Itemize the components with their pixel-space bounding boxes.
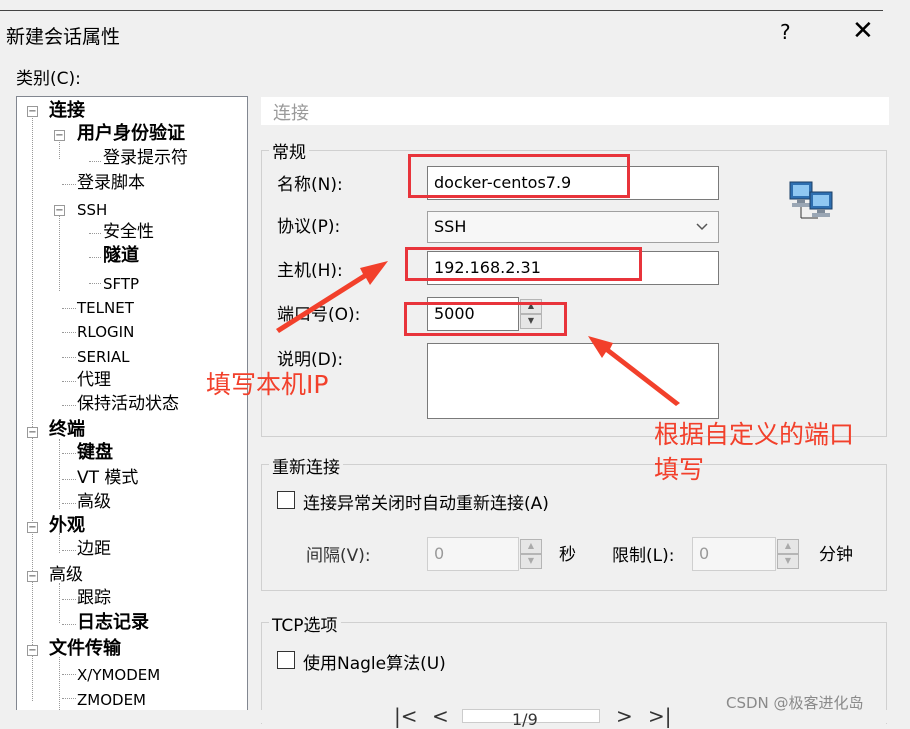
watermark: CSDN @极客进化岛 bbox=[726, 694, 864, 712]
arrow-to-host-icon bbox=[276, 261, 388, 333]
arrow-to-port-icon bbox=[588, 336, 680, 406]
port-annotation-line2: 填写 bbox=[654, 455, 705, 484]
annotation-arrows bbox=[276, 261, 680, 406]
host-annotation: 填写本机IP bbox=[206, 370, 329, 399]
next-page-button[interactable]: > bbox=[616, 704, 633, 728]
first-page-button[interactable]: |< bbox=[394, 704, 418, 728]
page-indicator: 1/9 bbox=[512, 710, 538, 729]
port-annotation-line1: 根据自定义的端口 bbox=[654, 420, 855, 449]
last-page-button[interactable]: >| bbox=[648, 704, 672, 728]
prev-page-button[interactable]: < bbox=[432, 704, 449, 728]
